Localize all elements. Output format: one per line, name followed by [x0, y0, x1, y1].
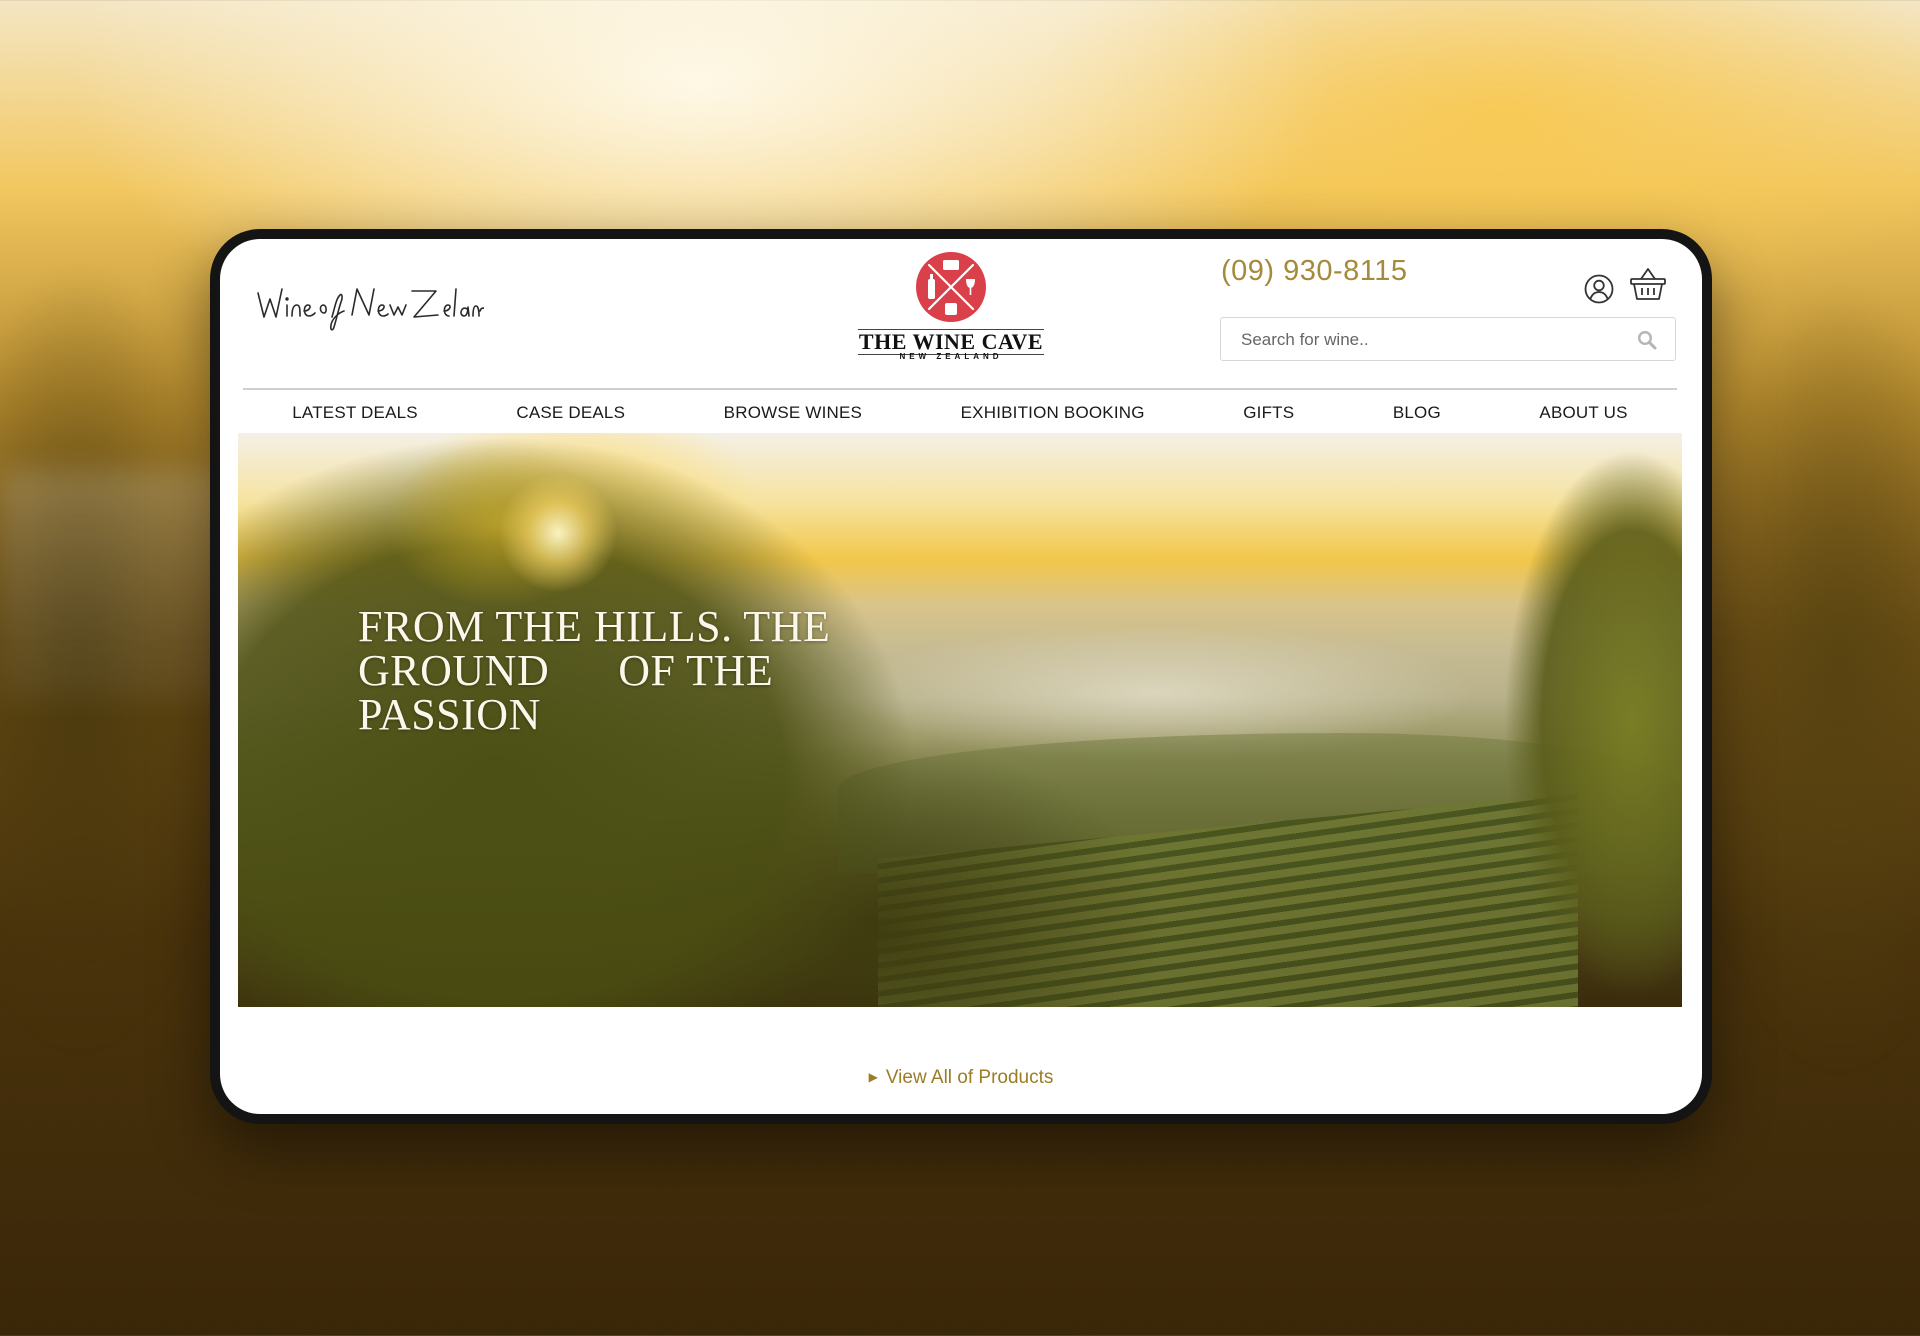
hero-headline-line: GROUND OF THE	[358, 646, 774, 695]
search-box	[1220, 317, 1676, 362]
caret-right-icon: ▶	[868, 1070, 878, 1084]
tagline-signature-logo[interactable]	[254, 275, 484, 335]
view-all-products-label: View All of Products	[885, 1067, 1054, 1088]
website-screen: THE WINE CAVE NEW ZEALAND (09) 930-8115	[220, 239, 1702, 1114]
search-icon[interactable]	[1637, 330, 1657, 350]
view-all-products-link[interactable]: ▶ View All of Products	[869, 1067, 1054, 1088]
nav-item-blog[interactable]: BLOG	[1393, 403, 1441, 423]
search-input[interactable]	[1221, 318, 1643, 362]
phone-number[interactable]: (09) 930-8115	[1221, 255, 1408, 288]
basket-icon[interactable]	[1629, 266, 1667, 302]
nav-divider	[243, 388, 1677, 390]
hero-vines-right	[1462, 433, 1682, 1007]
wine-cave-emblem-icon	[916, 252, 986, 322]
view-all-row: ▶ View All of Products	[220, 1067, 1702, 1089]
hero-sun	[498, 473, 618, 593]
nav-item-case-deals[interactable]: CASE DEALS	[516, 403, 625, 423]
tablet-frame: THE WINE CAVE NEW ZEALAND (09) 930-8115	[210, 229, 1712, 1124]
hero-headline-line: FROM THE HILLS. THE	[358, 602, 831, 651]
background-ghost	[0, 470, 230, 700]
nav-item-exhibition-booking[interactable]: EXHIBITION BOOKING	[961, 403, 1145, 423]
nav-item-gifts[interactable]: GIFTS	[1243, 403, 1294, 423]
nav-item-browse-wines[interactable]: BROWSE WINES	[724, 403, 862, 423]
brand-logo[interactable]: THE WINE CAVE NEW ZEALAND	[851, 251, 1051, 369]
nav-item-latest-deals[interactable]: LATEST DEALS	[292, 403, 418, 423]
main-nav: LATEST DEALS CASE DEALS BROWSE WINES EXH…	[243, 397, 1677, 429]
hero-banner: FROM THE HILLS. THE GROUND OF THE PASSIO…	[238, 433, 1682, 1007]
hero-headline: FROM THE HILLS. THE GROUND OF THE PASSIO…	[358, 602, 831, 739]
account-icon[interactable]	[1583, 273, 1615, 305]
hero-headline-line: PASSION	[358, 690, 541, 739]
nav-item-about-us[interactable]: ABOUT US	[1539, 403, 1627, 423]
